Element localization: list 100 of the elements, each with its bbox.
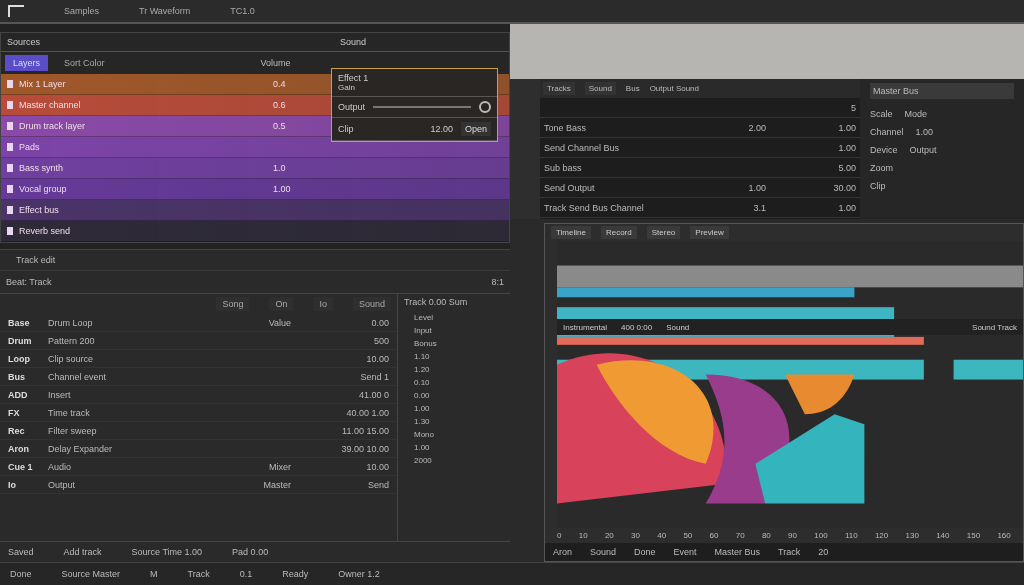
side-header: Track 0.00 Sum: [404, 297, 469, 309]
row-name: Output: [48, 479, 77, 490]
tab[interactable]: Tracks: [543, 82, 575, 95]
mixer-label: Bus: [625, 84, 640, 93]
tab[interactable]: Timeline: [551, 226, 591, 239]
axis-label: 70: [735, 531, 745, 540]
axis-label: 80: [761, 531, 771, 540]
mixer-value: 2.00: [747, 122, 766, 133]
toolbar-button[interactable]: Song: [216, 297, 250, 311]
layer-value: 1.0: [273, 163, 286, 173]
side-value: 1.00: [413, 442, 431, 454]
tab[interactable]: Record: [600, 226, 637, 239]
popup-label: Clip: [338, 124, 354, 134]
footer-item: Event: [673, 547, 697, 557]
status-item: Ready: [282, 569, 309, 579]
tab[interactable]: Layers: [5, 55, 48, 71]
toolbar-item[interactable]: Tr Waveform: [139, 6, 191, 16]
footer-item: Aron: [553, 547, 572, 557]
info-text: Sound Track: [972, 322, 1017, 332]
row-value: Send 1: [359, 371, 389, 382]
mixer-value: 30.00: [832, 182, 856, 193]
field-label: Output: [338, 102, 366, 112]
layer-icon: [7, 164, 13, 172]
layer-row[interactable]: Pads: [1, 137, 509, 158]
toolbar-button[interactable]: On: [269, 297, 294, 311]
layer-row[interactable]: Reverb send: [1, 221, 509, 242]
tab[interactable]: Preview: [690, 226, 729, 239]
row-key: Cue 1: [8, 461, 40, 472]
side-value: Mono: [413, 429, 435, 441]
mixer-value: 5.00: [837, 162, 856, 173]
layer-name: Mix 1 Layer: [19, 79, 67, 89]
layer-icon: [7, 101, 13, 109]
layer-icon: [7, 185, 13, 193]
axis-label: 60: [709, 531, 719, 540]
layer-row[interactable]: Vocal group 1.00: [1, 179, 509, 200]
side-value: 1.20: [413, 364, 431, 376]
layer-icon: [7, 143, 13, 151]
open-button[interactable]: Open: [460, 122, 491, 136]
popup-title: Effect 1: [338, 73, 369, 83]
axis-label: 20: [604, 531, 614, 540]
layer-value: 0.6: [273, 100, 286, 110]
row-name: Clip source: [48, 353, 95, 364]
mixer-subtitle: Output Sound: [649, 84, 699, 93]
row-key: Aron: [8, 443, 40, 454]
layer-row[interactable]: Bass synth 1.0: [1, 158, 509, 179]
mixer-value: 1.00: [747, 182, 766, 193]
axis-label: 100: [814, 531, 828, 540]
row-value: 0.00: [370, 317, 389, 328]
tab[interactable]: Stereo: [646, 226, 681, 239]
axis-label: 110: [844, 531, 858, 540]
row-key: FX: [8, 407, 40, 418]
row-key: Rec: [8, 425, 40, 436]
panel-title: Sound: [340, 37, 367, 47]
row-name: Filter sweep: [48, 425, 98, 436]
panel-subtitle: Beat: Track: [6, 277, 52, 287]
axis-label: 0: [557, 531, 562, 540]
row-key: Loop: [8, 353, 40, 364]
layer-icon: [7, 227, 13, 235]
toolbar-button[interactable]: Io: [313, 297, 333, 311]
row-extra: Mixer: [269, 461, 291, 472]
mixer-value: 1.00: [837, 202, 856, 213]
row-key: ADD: [8, 389, 40, 400]
mixer-value: 3.1: [752, 202, 766, 213]
footer-item: 20: [818, 547, 829, 557]
layer-icon: [7, 80, 13, 88]
toolbar-button[interactable]: Sound: [352, 297, 391, 311]
side-value: 1.00: [413, 403, 431, 415]
layer-icon: [7, 206, 13, 214]
layer-row[interactable]: Effect bus: [1, 200, 509, 221]
status-item: M: [150, 569, 158, 579]
inspector-title: Master Bus: [870, 83, 1014, 99]
row-value: 39.00 10.00: [340, 443, 389, 454]
side-value: 2000: [413, 455, 433, 467]
panel-title: Sources: [7, 37, 41, 47]
row-key: Io: [8, 479, 40, 490]
toolbar-item[interactable]: TC1.0: [230, 6, 255, 16]
layer-name: Master channel: [19, 100, 82, 110]
layer-name: Pads: [19, 142, 41, 152]
inspector-value: Mode: [904, 109, 928, 119]
row-name: Channel event: [48, 371, 108, 382]
inspector-value: Output: [909, 145, 937, 155]
axis-label: 160: [997, 531, 1011, 540]
row-value: 11.00 15.00: [341, 425, 389, 436]
mixer-value: 5: [850, 102, 856, 113]
status-item: Done: [10, 569, 32, 579]
side-value: 1.30: [413, 416, 431, 428]
tab[interactable]: Sound: [584, 82, 616, 95]
axis-label: 140: [936, 531, 950, 540]
layer-name: Vocal group: [19, 184, 68, 194]
column-header: Volume: [260, 58, 291, 68]
inspector-value: 1.00: [915, 127, 934, 137]
row-name: Audio: [48, 461, 73, 472]
popup-subtitle: Gain: [338, 83, 356, 92]
layer-name: Bass synth: [19, 163, 65, 173]
tab[interactable]: Sort Color: [56, 55, 113, 71]
side-value: Input: [413, 325, 433, 337]
toolbar-item[interactable]: Samples: [64, 6, 99, 16]
row-extra: Master: [263, 479, 291, 490]
info-text: Instrumental: [563, 322, 608, 332]
info-text: 400 0:00: [621, 322, 653, 332]
